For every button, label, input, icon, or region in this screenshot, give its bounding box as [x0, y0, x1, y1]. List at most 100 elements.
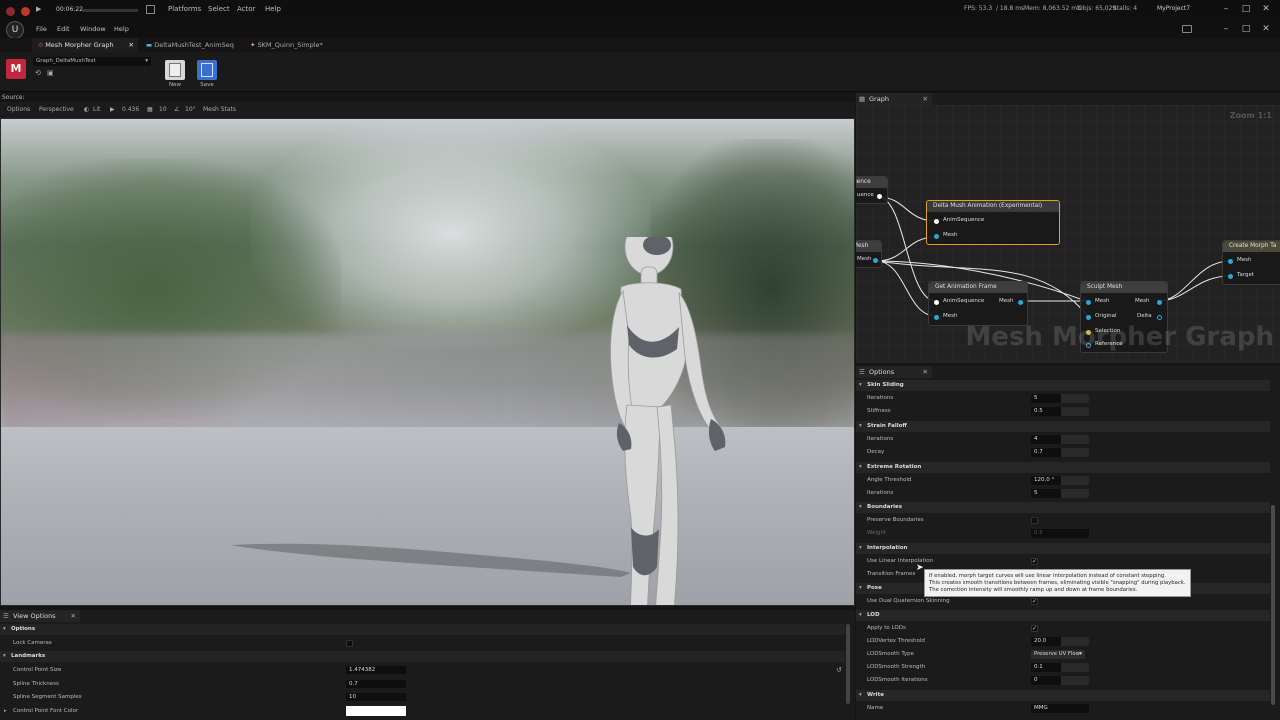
- lod-smooth-strength-input[interactable]: 0.1: [1031, 663, 1089, 672]
- menu-window[interactable]: Window: [80, 25, 106, 33]
- mesh-output-pin-icon[interactable]: [1157, 300, 1162, 305]
- apply-lods-checkbox[interactable]: ✓: [1031, 625, 1038, 632]
- menu-help-top[interactable]: Help: [265, 5, 281, 13]
- preserve-boundaries-checkbox[interactable]: [1031, 517, 1038, 524]
- lod-smooth-iterations-input[interactable]: 0: [1031, 676, 1089, 685]
- section-title: LOD: [867, 612, 880, 618]
- play-icon[interactable]: ▶: [36, 5, 41, 13]
- save-button[interactable]: [197, 60, 217, 80]
- lock-cameras-checkbox[interactable]: [346, 640, 353, 647]
- name-input[interactable]: MMG: [1031, 704, 1089, 713]
- tab-mesh-morpher-graph[interactable]: ⟐ Mesh Morpher Graph ✕: [32, 38, 138, 52]
- lod-vertex-threshold-input[interactable]: 20.0: [1031, 637, 1089, 646]
- menu-file[interactable]: File: [36, 25, 47, 33]
- control-point-size-input[interactable]: 1.474382: [346, 666, 406, 674]
- graph-tab-close-icon[interactable]: ✕: [923, 93, 928, 105]
- layout-icon[interactable]: [1182, 25, 1192, 33]
- editor-maximize-icon[interactable]: □: [1240, 23, 1252, 35]
- section-interpolation[interactable]: Interpolation: [856, 543, 1270, 554]
- mesh-pin-icon[interactable]: [873, 258, 878, 263]
- viewport-options-button[interactable]: Options: [7, 106, 30, 113]
- graph-selector[interactable]: Graph_DeltaMushTest ▾: [33, 57, 151, 66]
- section-boundaries[interactable]: Boundaries: [856, 502, 1270, 513]
- mesh-stats-button[interactable]: Mesh Stats: [203, 106, 236, 113]
- tab-view-options[interactable]: ☰ View Options ✕: [0, 610, 80, 622]
- browse-icon[interactable]: ▣: [47, 69, 54, 77]
- node-get-animation-frame[interactable]: Get Animation Frame AnimSequence Mesh Me…: [928, 281, 1028, 326]
- rotation-snap-button[interactable]: 10°: [185, 106, 196, 113]
- maximize-recorder-icon[interactable]: [146, 5, 155, 14]
- stop-icon[interactable]: [6, 7, 15, 16]
- record-icon[interactable]: [21, 7, 30, 16]
- expand-arrow-icon[interactable]: ▸: [4, 708, 7, 714]
- delta-output-pin-icon[interactable]: [1157, 315, 1162, 320]
- tab-graph[interactable]: ▦ Graph ✕: [856, 93, 932, 105]
- menu-select[interactable]: Select: [208, 5, 230, 13]
- anim-pin-icon[interactable]: [934, 219, 939, 224]
- rotation-iterations-input[interactable]: 5: [1031, 489, 1089, 498]
- menu-help[interactable]: Help: [114, 25, 129, 33]
- node-graph-canvas[interactable]: Zoom 1:1 uence uence Mesh Mesh: [856, 105, 1280, 363]
- row-lod-vertex-threshold: LODVertex Threshold 20.0: [856, 636, 1270, 649]
- weight-input[interactable]: 0.5: [1031, 529, 1089, 538]
- tab-skeletal-mesh[interactable]: ✦ SKM_Quinn_Simple*: [244, 38, 329, 52]
- view-options-close-icon[interactable]: ✕: [71, 610, 76, 622]
- perspective-button[interactable]: Perspective: [39, 106, 74, 113]
- grid-snap-button[interactable]: 10: [159, 106, 167, 113]
- spline-segment-input[interactable]: 10: [346, 693, 406, 701]
- new-button[interactable]: [165, 60, 185, 80]
- unreal-logo-icon[interactable]: U: [6, 21, 24, 39]
- mesh-pin-icon[interactable]: [1086, 315, 1091, 320]
- maximize-icon[interactable]: □: [1240, 3, 1252, 15]
- minimize-icon[interactable]: –: [1220, 3, 1232, 15]
- mesh-pin-icon[interactable]: [934, 234, 939, 239]
- options-scrollbar[interactable]: [1271, 505, 1275, 705]
- target-pin-icon[interactable]: [1228, 274, 1233, 279]
- reset-icon[interactable]: ↺: [836, 666, 842, 674]
- section-skin-sliding[interactable]: Skin Sliding: [856, 380, 1270, 391]
- mesh-pin-icon[interactable]: [1228, 259, 1233, 264]
- menu-edit[interactable]: Edit: [57, 25, 70, 33]
- menu-platforms[interactable]: Platforms: [168, 5, 201, 13]
- linear-interpolation-checkbox[interactable]: ✓: [1031, 558, 1038, 565]
- view-options-scrollbar[interactable]: [846, 624, 850, 704]
- section-write[interactable]: Write: [856, 690, 1270, 701]
- strain-iterations-input[interactable]: 4: [1031, 435, 1089, 444]
- tab-close-icon[interactable]: ✕: [129, 38, 134, 52]
- slider-track: [1061, 407, 1089, 416]
- viewport-toolbar: Options Perspective ◐ Lit ▶ 0.436 ▦ 10 ∠…: [0, 102, 855, 118]
- section-lod[interactable]: LOD: [856, 610, 1270, 621]
- menu-actor[interactable]: Actor: [237, 5, 255, 13]
- close-icon[interactable]: ✕: [1260, 3, 1272, 15]
- angle-threshold-input[interactable]: 120.0 °: [1031, 476, 1089, 485]
- mesh-pin-icon[interactable]: [1086, 300, 1091, 305]
- lod-smooth-type-dropdown[interactable]: Preserve UV Flow ▾: [1031, 650, 1085, 659]
- tab-anim-seq[interactable]: ▬ DeltaMushTest_AnimSeq: [140, 38, 240, 52]
- anim-pin-icon[interactable]: [934, 300, 939, 305]
- skin-iterations-input[interactable]: 5: [1031, 394, 1089, 403]
- exec-pin-icon[interactable]: [877, 194, 882, 199]
- font-color-swatch[interactable]: [346, 706, 406, 716]
- decay-input[interactable]: 0.7: [1031, 448, 1089, 457]
- mesh-output-pin-icon[interactable]: [1018, 300, 1023, 305]
- camera-speed-button[interactable]: 0.436: [122, 106, 139, 113]
- node-create-morph-target[interactable]: Create Morph Ta Mesh Target: [1222, 240, 1280, 285]
- node-delta-mush-animation[interactable]: Delta Mush Animation (Experimental) Anim…: [926, 200, 1060, 245]
- section-strain-falloff[interactable]: Strain Falloff: [856, 421, 1270, 432]
- lit-button[interactable]: Lit: [93, 106, 100, 113]
- node-anim-sequence-partial[interactable]: uence uence: [856, 176, 888, 204]
- node-mesh-partial[interactable]: Mesh Mesh: [856, 240, 882, 268]
- section-landmarks[interactable]: Landmarks: [0, 651, 845, 662]
- options-tab-close-icon[interactable]: ✕: [923, 366, 928, 378]
- tab-options[interactable]: ☰ Options ✕: [856, 366, 932, 378]
- section-view-options[interactable]: Options: [0, 624, 845, 635]
- mesh-pin-icon[interactable]: [934, 315, 939, 320]
- spline-thickness-input[interactable]: 0.7: [346, 680, 406, 688]
- dual-quaternion-checkbox[interactable]: ✓: [1031, 598, 1038, 605]
- 3d-viewport[interactable]: [0, 118, 855, 606]
- editor-close-icon[interactable]: ✕: [1260, 23, 1272, 35]
- section-extreme-rotation[interactable]: Extreme Rotation: [856, 462, 1270, 473]
- stiffness-input[interactable]: 0.5: [1031, 407, 1089, 416]
- back-icon[interactable]: ⟲: [35, 69, 41, 77]
- editor-minimize-icon[interactable]: –: [1220, 23, 1232, 35]
